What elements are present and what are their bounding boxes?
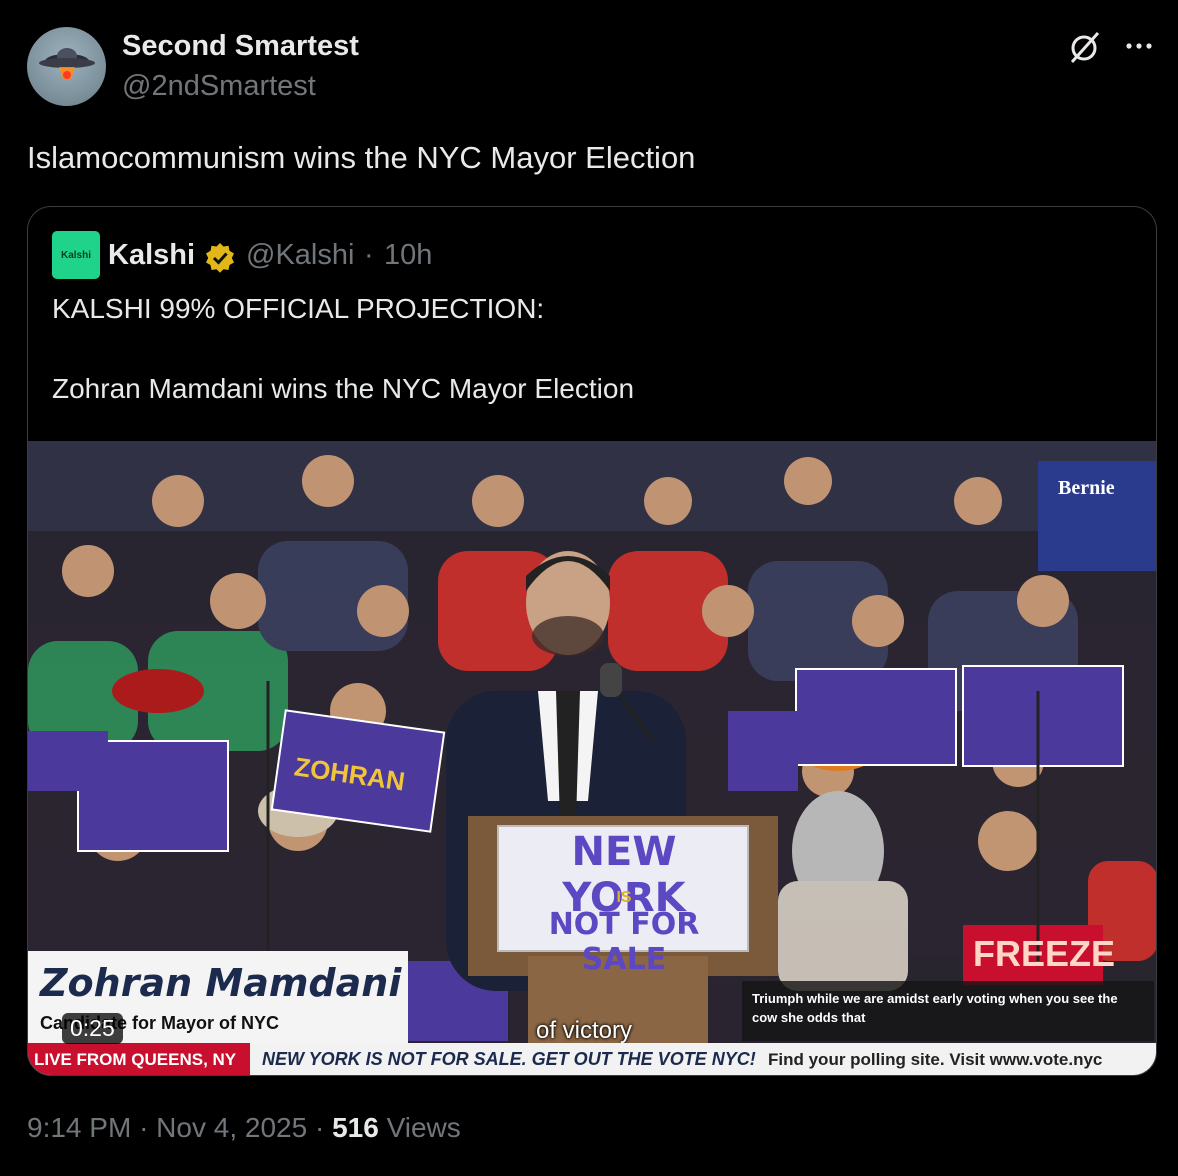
views-count: 516 (332, 1112, 379, 1143)
news-ticker: LIVE FROM QUEENS, NY NEW YORK IS NOT FOR… (28, 1043, 1156, 1075)
ticker-message: NEW YORK IS NOT FOR SALE. GET OUT THE VO… (262, 1049, 756, 1069)
ticker-polling-info: Find your polling site. Visit www.vote.n… (768, 1050, 1103, 1069)
meta-separator: · (314, 1112, 325, 1143)
separator-dot: · (364, 239, 374, 271)
views-label: Views (386, 1112, 461, 1143)
video-player[interactable]: NEW YORK IS NOT FOR SALE ZOHRAN Bernie F… (28, 441, 1156, 1075)
author-avatar[interactable] (27, 27, 106, 106)
video-subtitle: of victory (536, 1017, 633, 1044)
closed-caption-text: Triumph while we are amidst early voting… (752, 991, 1118, 1025)
quoted-author-handle[interactable]: @Kalshi (246, 239, 354, 272)
ticker-live-label: LIVE FROM QUEENS, NY (28, 1043, 250, 1075)
verified-badge-icon (204, 241, 236, 273)
tweet-date[interactable]: Nov 4, 2025 (156, 1112, 307, 1143)
author-name[interactable]: Second Smartest (122, 30, 359, 63)
freeze-sign-text: FREEZE (973, 933, 1116, 974)
kalshi-logo[interactable]: Kalshi (52, 231, 100, 279)
lower-third-name: Zohran Mamdani (40, 961, 402, 1005)
tweet-time[interactable]: 9:14 PM (27, 1112, 131, 1143)
meta-separator: · (139, 1112, 149, 1143)
quoted-author-name[interactable]: Kalshi (108, 239, 195, 272)
quoted-timestamp[interactable]: 10h (384, 239, 432, 272)
ufo-icon (39, 48, 95, 79)
video-duration: 0:25 (62, 1013, 123, 1044)
corner-sign-text: Bernie (1058, 477, 1115, 499)
tweet-meta: 9:14 PM · Nov 4, 2025 · 516 Views (27, 1112, 461, 1144)
podium-sign-mid: IS (616, 889, 632, 906)
podium-sign-bottom: NOT FOR SALE (548, 907, 700, 977)
more-options-icon[interactable] (1122, 28, 1156, 62)
closed-caption-box: Triumph while we are amidst early voting… (742, 981, 1154, 1041)
tweet-text: Islamocommunism wins the NYC Mayor Elect… (27, 140, 696, 175)
author-handle[interactable]: @2ndSmartest (122, 70, 316, 103)
quoted-tweet[interactable]: Kalshi Kalshi @Kalshi · 10h KALSHI 99% O… (27, 206, 1157, 1076)
quoted-text-line-1: KALSHI 99% OFFICIAL PROJECTION: (52, 293, 545, 324)
grok-icon[interactable] (1068, 30, 1102, 64)
quoted-text-line-2: Zohran Mamdani wins the NYC Mayor Electi… (52, 373, 635, 404)
